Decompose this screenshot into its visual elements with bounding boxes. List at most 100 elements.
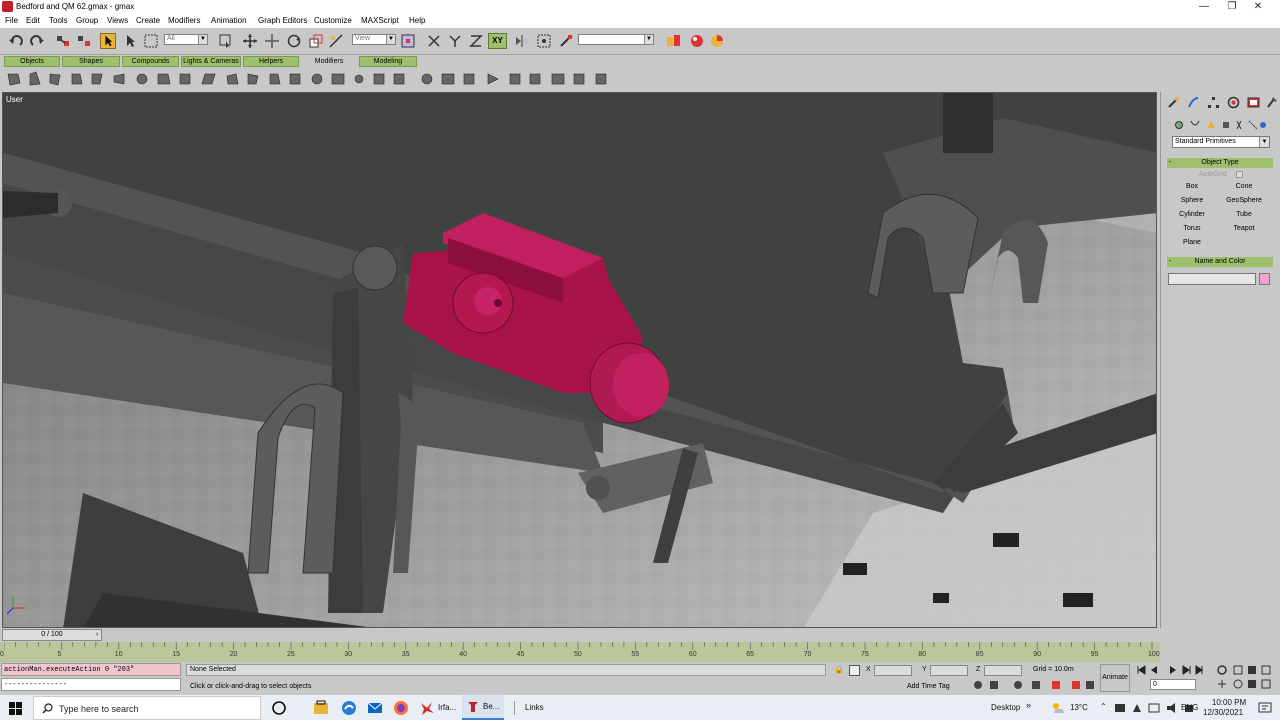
edge-browser-icon[interactable] [340, 699, 358, 717]
menu-animation[interactable]: Animation [211, 16, 247, 25]
object-name-input[interactable] [1168, 273, 1256, 285]
viewport-user[interactable]: User [2, 92, 1157, 628]
mail-icon[interactable] [366, 699, 384, 717]
select-and-link-icon[interactable] [55, 33, 71, 49]
menu-help[interactable]: Help [409, 16, 425, 25]
motion-panel-icon[interactable] [1227, 96, 1240, 109]
restrict-z-icon[interactable] [468, 33, 484, 49]
quick-render-icon[interactable] [709, 33, 725, 49]
viewport-navigation-icons[interactable] [1216, 664, 1278, 692]
torus-button[interactable]: Torus [1167, 223, 1217, 235]
create-panel-icon[interactable] [1167, 96, 1180, 109]
close-button[interactable]: ✕ [1236, 0, 1280, 14]
undo-icon[interactable] [8, 33, 24, 49]
menu-create[interactable]: Create [136, 16, 160, 25]
object-type-rollout[interactable]: - Object Type [1167, 158, 1273, 168]
menu-edit[interactable]: Edit [26, 16, 40, 25]
select-manipulate-icon[interactable] [328, 33, 344, 49]
selection-filter-dropdown[interactable]: All ▼ [164, 34, 208, 45]
box-button[interactable]: Box [1167, 181, 1217, 193]
snap-toggle-icon[interactable] [558, 33, 574, 49]
z-coordinate-field[interactable] [984, 665, 1022, 676]
add-time-tag-button[interactable]: Add Time Tag [907, 683, 950, 690]
select-and-rotate-icon[interactable] [286, 33, 302, 49]
object-color-swatch[interactable] [1259, 273, 1270, 285]
plane-button[interactable]: Plane [1167, 237, 1217, 249]
select-and-move-icon[interactable] [242, 33, 258, 49]
rectangular-selection-icon[interactable] [143, 33, 159, 49]
select-by-name-icon[interactable] [122, 33, 138, 49]
desktop-toolbar[interactable]: Desktop [991, 703, 1020, 712]
mirror-icon[interactable] [514, 33, 530, 49]
modifier-buttons-strip[interactable] [0, 68, 620, 92]
object-category-icons[interactable] [1173, 118, 1267, 132]
cone-button[interactable]: Cone [1219, 181, 1269, 193]
tab-shapes[interactable]: Shapes [62, 56, 120, 67]
geosphere-button[interactable]: GeoSphere [1219, 195, 1269, 207]
tab-compounds[interactable]: Compounds [122, 56, 179, 67]
taskbar-app-gmax[interactable]: Be... [462, 695, 504, 720]
taskbar-search-box[interactable]: Type here to search [33, 696, 261, 720]
cylinder-button[interactable]: Cylinder [1167, 209, 1217, 221]
utilities-panel-icon[interactable] [1265, 96, 1278, 109]
irfanview-icon[interactable] [418, 699, 436, 717]
track-bar[interactable]: 0 5 10 15 20 25 30 35 40 45 50 55 60 65 70 75 80 85 90 95 10… [0, 642, 1160, 662]
reference-coordinate-dropdown[interactable]: View ▼ [352, 34, 396, 45]
tab-objects[interactable]: Objects [4, 56, 60, 67]
material-editor-icon[interactable] [666, 33, 682, 49]
unlink-selection-icon[interactable] [76, 33, 92, 49]
firefox-icon[interactable] [392, 699, 410, 717]
animate-button[interactable]: Animate [1100, 664, 1130, 692]
menu-customize[interactable]: Customize [314, 16, 352, 25]
language-indicator[interactable]: ENG [1181, 703, 1198, 712]
modify-panel-icon[interactable] [1187, 96, 1200, 109]
taskbar-app-irfanview-label[interactable]: Irfa... [438, 703, 456, 712]
task-view-icon[interactable] [312, 699, 330, 717]
absolute-mode-icon[interactable] [849, 665, 860, 676]
select-and-move-alt-icon[interactable] [264, 33, 280, 49]
menu-file[interactable]: File [5, 16, 18, 25]
cortana-icon[interactable] [270, 699, 288, 717]
select-and-scale-icon[interactable] [308, 33, 324, 49]
maxscript-listener-input[interactable]: --------------- [1, 678, 181, 691]
restrict-xy-button[interactable]: XY [488, 33, 507, 49]
notifications-icon[interactable] [1258, 702, 1272, 714]
menu-views[interactable]: Views [107, 16, 128, 25]
current-frame-field[interactable]: 0 [1150, 679, 1196, 690]
weather-temperature[interactable]: 13°C [1070, 703, 1088, 712]
menu-group[interactable]: Group [76, 16, 98, 25]
clock-time[interactable]: 10:00 PM [1209, 698, 1249, 707]
weather-icon[interactable] [1050, 700, 1066, 716]
sphere-button[interactable]: Sphere [1167, 195, 1217, 207]
tab-modeling[interactable]: Modeling [359, 56, 417, 67]
name-and-color-rollout[interactable]: - Name and Color [1167, 257, 1273, 267]
align-icon[interactable] [536, 33, 552, 49]
select-region-icon[interactable] [218, 33, 234, 49]
category-dropdown[interactable]: Standard Primitives ▼ [1172, 136, 1270, 148]
y-coordinate-field[interactable] [930, 665, 968, 676]
redo-icon[interactable] [29, 33, 45, 49]
tube-button[interactable]: Tube [1219, 209, 1269, 221]
pivot-center-icon[interactable] [400, 33, 416, 49]
restrict-y-icon[interactable] [447, 33, 463, 49]
menu-modifiers[interactable]: Modifiers [168, 16, 200, 25]
windows-start-icon[interactable] [9, 702, 22, 715]
x-coordinate-field[interactable] [874, 665, 912, 676]
time-slider[interactable]: 0 / 100 [2, 629, 102, 641]
named-selection-dropdown[interactable]: ▼ [578, 34, 654, 45]
render-scene-icon[interactable] [689, 33, 705, 49]
display-panel-icon[interactable] [1247, 96, 1260, 109]
select-object-icon[interactable] [100, 33, 116, 49]
tab-helpers[interactable]: Helpers [243, 56, 299, 67]
time-slider-next-icon[interactable]: › [96, 629, 104, 641]
tab-modifiers[interactable]: Modifiers [301, 56, 357, 67]
playback-controls[interactable] [1136, 664, 1204, 676]
clock-date[interactable]: 12/30/2021 [1203, 708, 1243, 717]
tray-chevron-up-icon[interactable]: ⌃ [1100, 702, 1107, 711]
restrict-x-icon[interactable] [426, 33, 442, 49]
viewport-scene[interactable] [3, 93, 1157, 628]
tab-lights-cameras[interactable]: Lights & Cameras [181, 56, 241, 67]
menu-maxscript[interactable]: MAXScript [361, 16, 399, 25]
autogrid-checkbox[interactable] [1236, 171, 1243, 178]
show-hidden-icons-icon[interactable]: » [1026, 700, 1031, 710]
